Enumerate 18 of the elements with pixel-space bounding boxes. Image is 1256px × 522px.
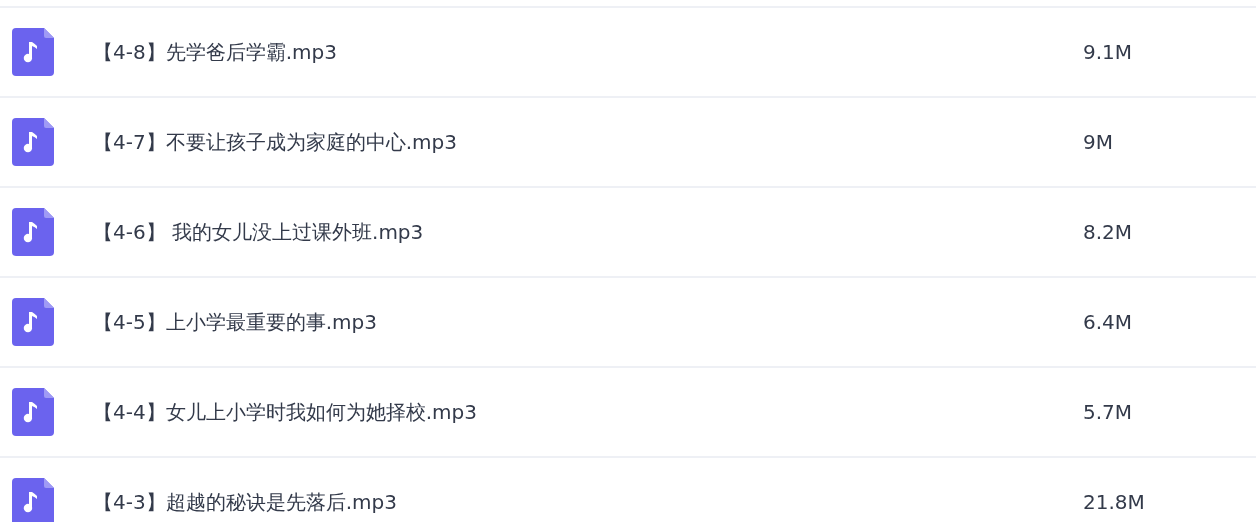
file-size: 21.8M: [1083, 490, 1145, 514]
file-size: 9M: [1083, 130, 1113, 154]
file-name[interactable]: 【4-7】不要让孩子成为家庭的中心.mp3: [93, 128, 1083, 156]
file-name[interactable]: 【4-5】上小学最重要的事.mp3: [93, 308, 1083, 336]
audio-file-icon: [12, 118, 54, 166]
file-name[interactable]: 【4-6】 我的女儿没上过课外班.mp3: [93, 218, 1083, 246]
audio-file-icon: [12, 208, 54, 256]
file-size: 6.4M: [1083, 310, 1133, 334]
file-size: 5.7M: [1083, 400, 1133, 424]
audio-file-icon: [12, 478, 54, 522]
file-name[interactable]: 【4-4】女儿上小学时我如何为她择校.mp3: [93, 398, 1083, 426]
audio-file-icon: [12, 28, 54, 76]
file-name[interactable]: 【4-3】超越的秘诀是先落后.mp3: [93, 488, 1083, 516]
audio-file-icon: [12, 298, 54, 346]
audio-file-icon: [12, 388, 54, 436]
file-name[interactable]: 【4-8】先学爸后学霸.mp3: [93, 38, 1083, 66]
file-size: 8.2M: [1083, 220, 1133, 244]
file-size: 9.1M: [1083, 40, 1133, 64]
